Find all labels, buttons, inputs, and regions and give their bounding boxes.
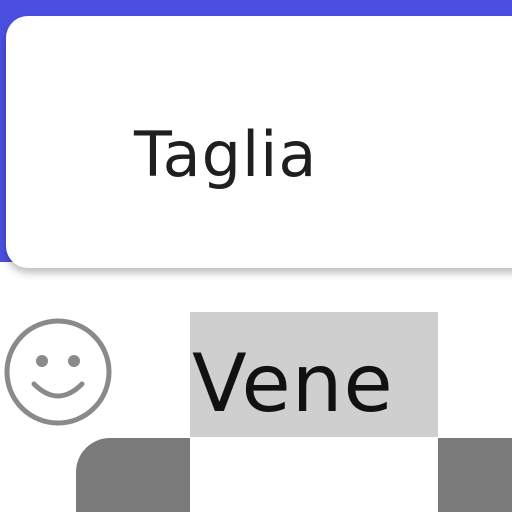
keyboard-key-right[interactable]: [438, 438, 512, 512]
word-suggestion-text: Vene: [192, 337, 394, 430]
screen: Taglia Vene: [0, 0, 512, 512]
smiley-face-icon-graphic: [4, 318, 112, 426]
keyboard-key-left[interactable]: [76, 438, 190, 512]
cut-action-card[interactable]: Taglia: [6, 16, 512, 268]
cut-action-label: Taglia: [134, 118, 318, 191]
smiley-face-icon[interactable]: [2, 316, 114, 428]
